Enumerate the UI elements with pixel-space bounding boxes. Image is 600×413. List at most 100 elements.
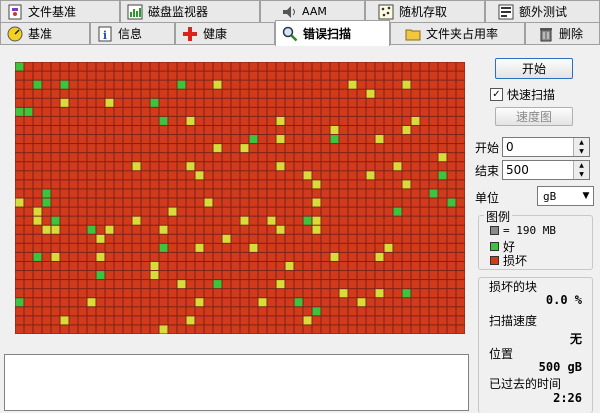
block-bad [438, 107, 447, 116]
block-bad [357, 125, 366, 135]
block-bad [339, 316, 348, 325]
block-bad [339, 80, 348, 89]
block-bad [420, 280, 429, 289]
block-bad [195, 125, 204, 135]
block-bad [132, 316, 141, 325]
block-bad [276, 107, 285, 116]
tab-error-scan[interactable]: 错误扫描 [275, 20, 390, 46]
block-bad [375, 298, 384, 307]
block-bad [24, 153, 33, 162]
tab-aam[interactable]: AAM [260, 0, 365, 22]
block-warn [96, 252, 105, 261]
tab-health[interactable]: 健康 [175, 22, 275, 44]
block-warn [330, 252, 339, 261]
tab-benchmark[interactable]: 基准 [0, 22, 90, 44]
block-bad [132, 153, 141, 162]
tab-delete[interactable]: 删除 [525, 22, 600, 44]
block-warn [186, 116, 195, 125]
block-bad [366, 71, 375, 80]
block-bad [24, 125, 33, 135]
block-bad [123, 298, 132, 307]
block-bad [411, 289, 420, 298]
block-warn [240, 216, 249, 225]
block-bad [195, 180, 204, 189]
block-bad [132, 243, 141, 252]
tab-random-access[interactable]: 随机存取 [365, 0, 485, 22]
block-bad [249, 162, 258, 171]
block-bad [123, 116, 132, 125]
spinner-arrows[interactable]: ▲ ▼ [573, 138, 589, 156]
spin-up-icon[interactable]: ▲ [574, 161, 589, 170]
block-bad [393, 62, 402, 71]
block-bad [96, 180, 105, 189]
block-bad [240, 289, 249, 298]
block-bad [429, 162, 438, 171]
block-bad [60, 252, 69, 261]
start-button[interactable]: 开始 [495, 58, 573, 79]
spin-down-icon[interactable]: ▼ [574, 147, 589, 156]
block-bad [330, 289, 339, 298]
block-warn [402, 125, 411, 135]
block-bad [402, 325, 411, 334]
log-textbox[interactable] [4, 354, 469, 411]
tab-info[interactable]: i 信息 [90, 22, 175, 44]
block-bad [429, 298, 438, 307]
block-bad [447, 98, 456, 107]
block-warn [186, 316, 195, 325]
block-bad [168, 225, 177, 234]
block-bad [177, 316, 186, 325]
block-bad [411, 225, 420, 234]
spinner-arrows[interactable]: ▲ ▼ [573, 161, 589, 179]
speed-map-button[interactable]: 速度图 [495, 107, 573, 126]
block-bad [429, 171, 438, 180]
block-bad [267, 107, 276, 116]
block-warn [348, 80, 357, 89]
block-bad [231, 280, 240, 289]
block-bad [276, 207, 285, 216]
block-bad [375, 180, 384, 189]
block-good [438, 171, 447, 180]
block-bad [240, 116, 249, 125]
block-bad [420, 225, 429, 234]
block-bad [231, 207, 240, 216]
block-bad [438, 144, 447, 153]
block-bad [177, 216, 186, 225]
block-bad [87, 125, 96, 135]
block-bad [249, 298, 258, 307]
block-bad [321, 307, 330, 316]
block-bad [96, 261, 105, 271]
block-bad [330, 80, 339, 89]
block-bad [456, 98, 465, 107]
block-bad [249, 216, 258, 225]
block-bad [51, 189, 60, 198]
block-bad [285, 325, 294, 334]
block-bad [168, 280, 177, 289]
block-warn [303, 171, 312, 180]
block-bad [87, 153, 96, 162]
block-bad [267, 98, 276, 107]
block-good [33, 80, 42, 89]
block-bad [456, 271, 465, 280]
spin-up-icon[interactable]: ▲ [574, 138, 589, 147]
block-bad [141, 307, 150, 316]
block-warn [375, 252, 384, 261]
spin-down-icon[interactable]: ▼ [574, 170, 589, 179]
tab-extra-tests[interactable]: 额外测试 [485, 0, 600, 22]
tab-file-benchmark[interactable]: 文件基准 [0, 0, 120, 22]
block-bad [222, 80, 231, 89]
block-bad [429, 234, 438, 243]
tab-disk-monitor[interactable]: 磁盘监视器 [120, 0, 260, 22]
block-bad [204, 153, 213, 162]
start-position-spinner[interactable]: 0 ▲ ▼ [502, 137, 590, 157]
unit-select[interactable]: gB ▼ [537, 186, 594, 206]
quick-scan-checkbox[interactable]: ✓ 快速扫描 [490, 86, 555, 103]
block-bad [393, 89, 402, 98]
end-position-spinner[interactable]: 500 ▲ ▼ [502, 160, 590, 180]
block-bad [87, 325, 96, 334]
block-bad [186, 207, 195, 216]
tab-folder-usage[interactable]: 文件夹占用率 [390, 22, 525, 44]
block-bad [411, 80, 420, 89]
block-bad [150, 234, 159, 243]
block-bad [276, 71, 285, 80]
block-bad [96, 289, 105, 298]
